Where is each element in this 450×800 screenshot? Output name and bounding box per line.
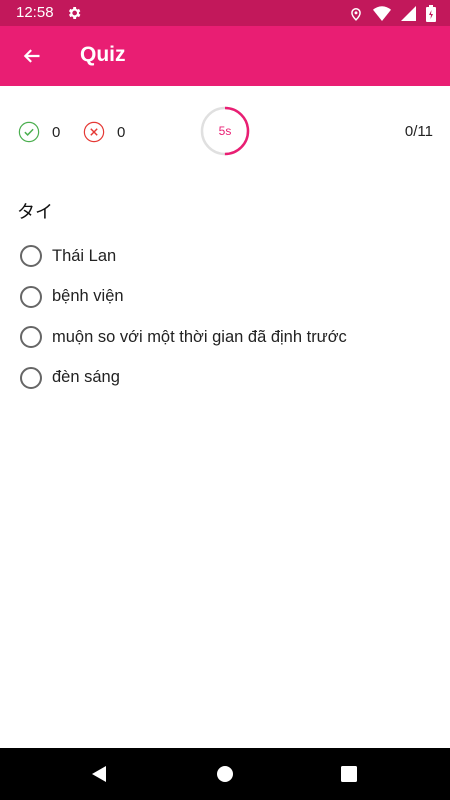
home-circle-icon <box>217 766 233 782</box>
page-title: Quiz <box>80 43 126 66</box>
app-bar: Quiz <box>0 26 450 86</box>
option-2[interactable]: bệnh viện <box>20 277 440 318</box>
correct-score: 0 <box>18 121 60 143</box>
wrong-count: 0 <box>117 123 126 141</box>
question-progress: 0/11 <box>404 123 433 140</box>
timer-label: 5s <box>218 124 232 138</box>
correct-count: 0 <box>52 123 61 141</box>
countdown-timer: 5s <box>200 106 250 156</box>
back-triangle-icon <box>92 766 106 782</box>
option-label: Thái Lan <box>52 246 117 265</box>
nav-back-button[interactable] <box>83 758 115 790</box>
score-row: 0 0 5s 0/11 <box>0 100 450 164</box>
cross-circle-icon <box>83 121 105 143</box>
radio-button[interactable] <box>20 245 42 268</box>
arrow-back-icon <box>23 49 40 63</box>
location-icon <box>351 7 361 21</box>
radio-button[interactable] <box>20 285 42 308</box>
option-3[interactable]: muộn so với một thời gian đã định trước <box>20 317 440 358</box>
option-label: bệnh viện <box>52 287 124 306</box>
option-label: muộn so với một thời gian đã định trước <box>52 327 347 346</box>
recents-square-icon <box>341 766 357 782</box>
gear-icon <box>68 7 81 19</box>
option-1[interactable]: Thái Lan <box>20 236 440 277</box>
check-circle-icon <box>18 121 40 143</box>
nav-home-button[interactable] <box>209 758 241 790</box>
battery-icon <box>426 5 436 22</box>
wifi-icon <box>373 6 391 21</box>
wrong-score: 0 <box>83 121 125 143</box>
status-time: 12:58 <box>16 4 54 21</box>
radio-button[interactable] <box>20 366 42 389</box>
signal-icon <box>401 6 416 21</box>
option-label: đèn sáng <box>52 368 120 387</box>
status-bar: 12:58 <box>0 0 450 26</box>
back-button[interactable] <box>14 38 50 74</box>
answer-options: Thái Lan bệnh viện muộn so với một thời … <box>20 236 440 398</box>
nav-recents-button[interactable] <box>333 758 365 790</box>
radio-button[interactable] <box>20 326 42 349</box>
navigation-bar <box>0 748 450 800</box>
question-text: タイ <box>17 202 53 223</box>
option-4[interactable]: đèn sáng <box>20 358 440 399</box>
